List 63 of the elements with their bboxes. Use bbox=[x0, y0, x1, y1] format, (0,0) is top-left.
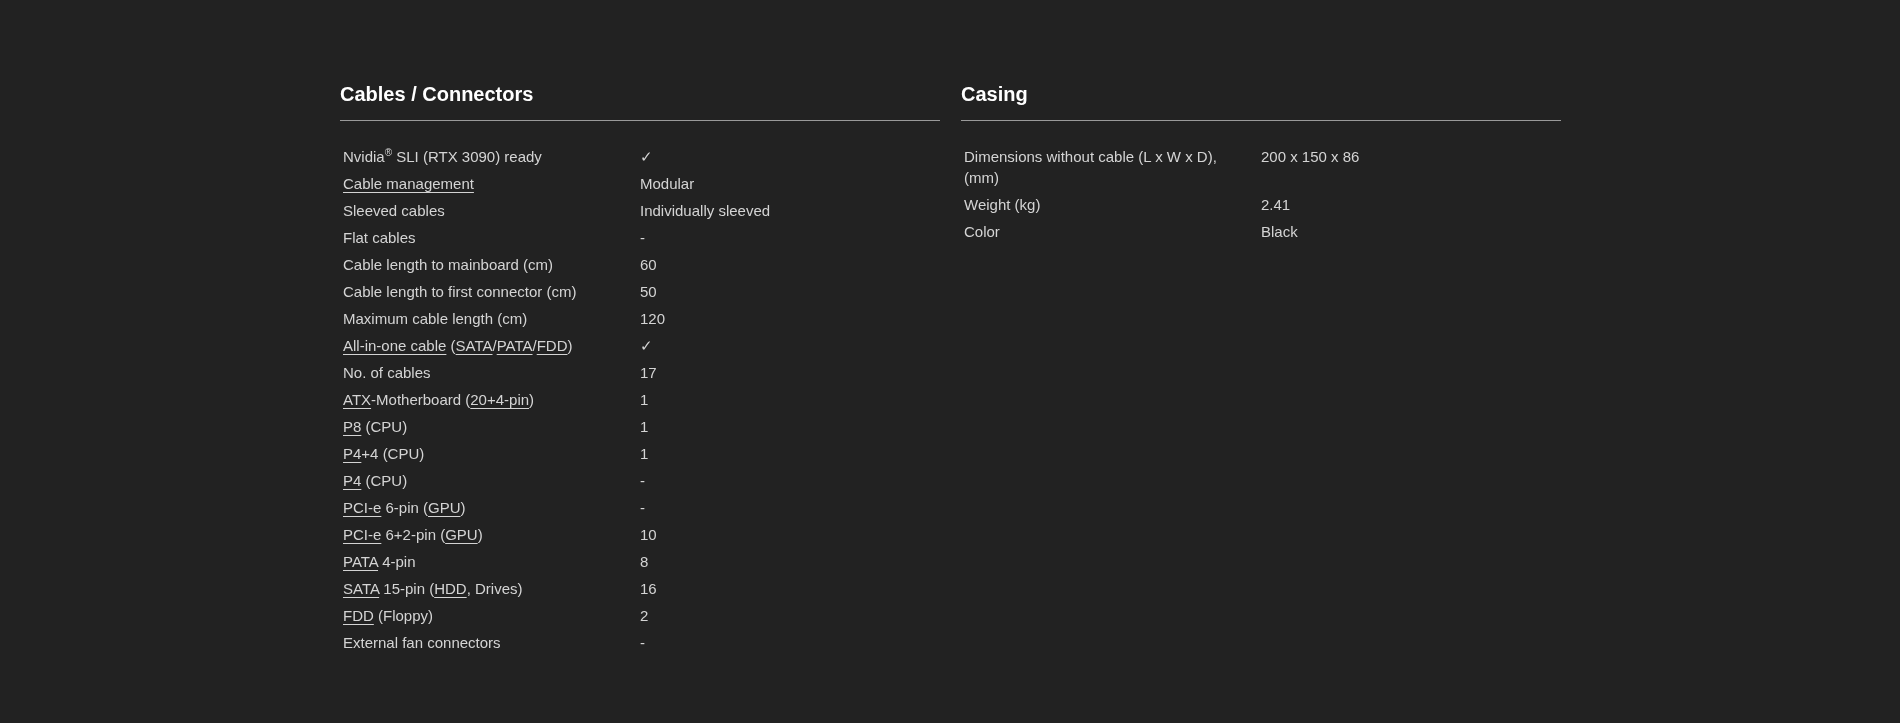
spec-label: All-in-one cable (SATA/PATA/FDD) bbox=[342, 336, 574, 356]
spec-value: - bbox=[640, 471, 645, 491]
spec-label: Nvidia$^{®}$ SLI (RTX 3090) ready bbox=[342, 146, 543, 167]
glossary-link[interactable]: PATA bbox=[496, 337, 533, 354]
spec-label: SATA 15-pin (HDD, Drives) bbox=[342, 579, 524, 599]
spec-value: - bbox=[640, 633, 645, 653]
spec-label: FDD (Floppy) bbox=[342, 606, 434, 626]
spec-value: 2.41 bbox=[1261, 195, 1291, 215]
spec-label: Cable length to first connector (cm) bbox=[342, 282, 578, 302]
spec-value: - bbox=[640, 228, 645, 248]
glossary-link[interactable]: FDD bbox=[343, 607, 374, 624]
spec-value: Modular bbox=[640, 174, 695, 194]
section-heading: Casing bbox=[961, 82, 1561, 121]
spec-value: Black bbox=[1261, 222, 1298, 242]
spec-label: External fan connectors bbox=[342, 633, 502, 653]
glossary-link[interactable]: All-in-one cable bbox=[343, 337, 447, 354]
spec-value: 17 bbox=[640, 363, 657, 383]
glossary-link[interactable]: HDD bbox=[434, 580, 467, 597]
spec-value: 120 bbox=[640, 309, 666, 329]
spec-value: Individually sleeved bbox=[640, 201, 771, 221]
spec-label: P4+4 (CPU) bbox=[342, 444, 426, 464]
spec-value: 2 bbox=[640, 606, 649, 626]
spec-value: 16 bbox=[640, 579, 657, 599]
spec-value: 1 bbox=[640, 417, 649, 437]
spec-value: 8 bbox=[640, 552, 649, 572]
glossary-link[interactable]: ATX bbox=[343, 391, 372, 408]
spec-value: 200 x 150 x 86 bbox=[1261, 147, 1360, 167]
spec-label: Dimensions without cable (L x W x D), (mm) bbox=[963, 147, 1218, 188]
spec-label: ATX-Motherboard (20+4-pin) bbox=[342, 390, 536, 410]
spec-label: Maximum cable length (cm) bbox=[342, 309, 529, 329]
spec-value: 60 bbox=[640, 255, 657, 275]
glossary-link[interactable]: Cable management bbox=[343, 175, 474, 192]
spec-value: 50 bbox=[640, 282, 657, 302]
glossary-link[interactable]: GPU bbox=[428, 499, 461, 516]
section-heading: Cables / Connectors bbox=[340, 82, 940, 121]
spec-label: PATA 4-pin bbox=[342, 552, 417, 572]
spec-label: Weight (kg) bbox=[963, 195, 1042, 215]
glossary-link[interactable]: P4 bbox=[343, 445, 362, 462]
glossary-link[interactable]: P4 bbox=[343, 472, 362, 489]
glossary-link[interactable]: PATA bbox=[343, 553, 378, 570]
glossary-link[interactable]: 20+4-pin bbox=[470, 391, 530, 408]
spec-value: 1 bbox=[640, 444, 649, 464]
glossary-link[interactable]: P8 bbox=[343, 418, 362, 435]
glossary-link[interactable]: SATA bbox=[455, 337, 493, 354]
spec-label: Cable length to mainboard (cm) bbox=[342, 255, 555, 275]
spec-value: 1 bbox=[640, 390, 649, 410]
spec-label: Color bbox=[963, 222, 1001, 242]
spec-value: ✓ bbox=[640, 147, 653, 167]
spec-label: P8 (CPU) bbox=[342, 417, 409, 437]
spec-label: PCI-e 6+2-pin (GPU) bbox=[342, 525, 484, 545]
glossary-link[interactable]: PCI-e bbox=[343, 526, 382, 543]
glossary-link[interactable]: FDD bbox=[536, 337, 568, 354]
spec-value: 10 bbox=[640, 525, 657, 545]
spec-value: - bbox=[640, 498, 645, 518]
glossary-link[interactable]: SATA bbox=[343, 580, 380, 597]
spec-label: PCI-e 6-pin (GPU) bbox=[342, 498, 467, 518]
glossary-link[interactable]: GPU bbox=[445, 526, 478, 543]
spec-label: P4 (CPU) bbox=[342, 471, 409, 491]
spec-label: Sleeved cables bbox=[342, 201, 446, 221]
spec-label: Flat cables bbox=[342, 228, 417, 248]
glossary-link[interactable]: PCI-e bbox=[343, 499, 382, 516]
spec-value: ✓ bbox=[640, 336, 653, 356]
spec-label: No. of cables bbox=[342, 363, 432, 383]
